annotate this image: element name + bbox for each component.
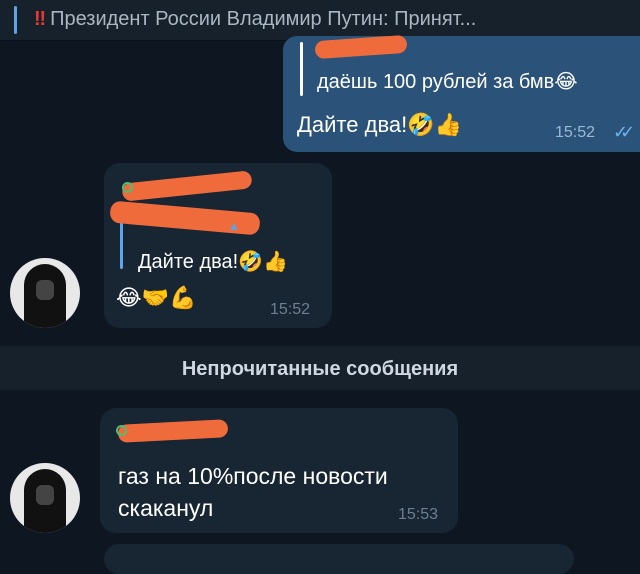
- redacted-name-scribble: [117, 419, 229, 443]
- outgoing-message-bubble[interactable]: даёшь 100 рублей за бмв😂 Дайте два!🤣👍 15…: [283, 34, 640, 152]
- reply-quote-text: даёшь 100 рублей за бмв😂: [317, 71, 578, 93]
- reply-quote-text: Дайте два!🤣👍: [138, 251, 289, 273]
- double-exclamation-icon: ‼: [34, 8, 47, 30]
- message-time: 15:52: [270, 301, 311, 318]
- redacted-name-scribble: [314, 34, 408, 60]
- message-text: Дайте два!🤣👍: [297, 112, 463, 137]
- emoji-message: 😂🤝💪: [116, 285, 197, 310]
- unread-label: Непрочитанные сообщения: [181, 358, 459, 380]
- message-time: 15:53: [398, 506, 439, 523]
- redacted-name-scribble: [121, 170, 253, 202]
- pinned-message-bar[interactable]: ‼ Президент России Владимир Путин: Принят…: [0, 0, 640, 41]
- avatar[interactable]: [10, 463, 80, 533]
- incoming-message-bubble-partial[interactable]: [104, 544, 574, 574]
- pinned-indicator: [14, 6, 17, 34]
- arrow-icon: ▲: [228, 219, 240, 233]
- double-check-icon: ✓✓: [613, 122, 635, 142]
- unread-messages-divider: Непрочитанные сообщения: [0, 346, 640, 390]
- pinned-text: Президент России Владимир Путин: Принят.…: [50, 8, 477, 30]
- reply-indicator: [300, 42, 303, 96]
- incoming-message-bubble[interactable]: ▲ Дайте два!🤣👍 😂🤝💪 15:52: [104, 163, 332, 328]
- avatar[interactable]: [10, 258, 80, 328]
- pinned-message-text: ‼ Президент России Владимир Путин: Принят…: [34, 8, 476, 31]
- message-time: 15:52: [555, 124, 596, 141]
- incoming-message-bubble[interactable]: газ на 10%после новости скаканул 15:53: [100, 408, 458, 533]
